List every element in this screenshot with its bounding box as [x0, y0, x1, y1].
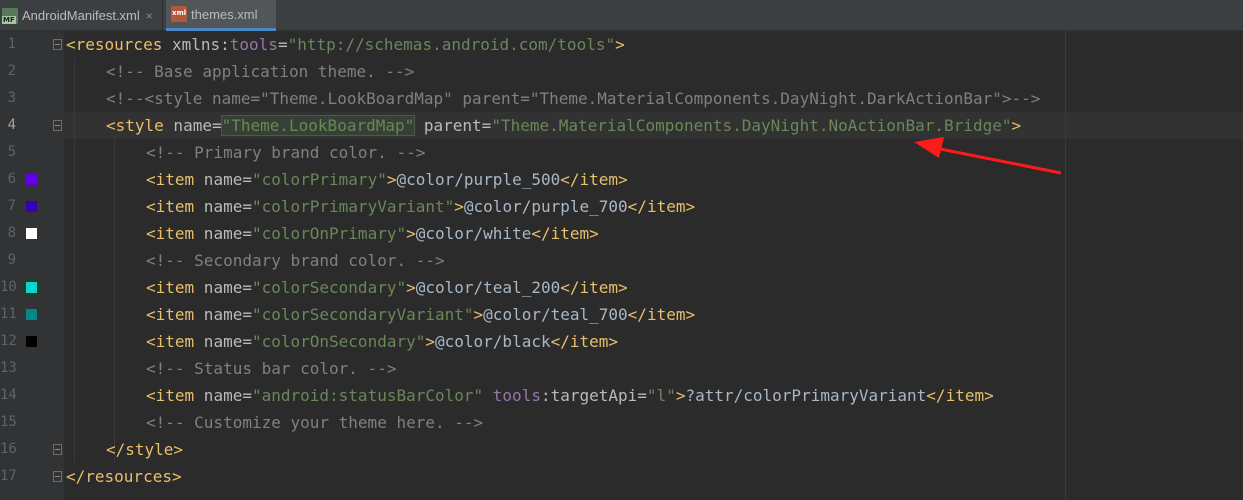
editor-tab-bar: MF AndroidManifest.xml × xml themes.xml	[0, 0, 1243, 31]
color-swatch-teal-700[interactable]	[26, 309, 37, 320]
line-number: 15	[0, 414, 17, 430]
code-line-2[interactable]: <!-- Base application theme. -->	[106, 58, 414, 85]
code-line-5[interactable]: <!-- Primary brand color. -->	[146, 139, 425, 166]
line-number: 2	[7, 63, 16, 79]
line-number: 9	[7, 252, 16, 268]
fold-toggle-icon[interactable]	[53, 471, 62, 482]
line-number: 4	[7, 117, 16, 133]
xml-file-icon: xml	[171, 6, 187, 22]
line-number: 16	[0, 441, 17, 457]
right-margin-guide	[1065, 31, 1066, 500]
line-number: 1	[7, 36, 16, 52]
line-number: 17	[0, 468, 17, 484]
code-line-14[interactable]: <item name="android:statusBarColor" tool…	[146, 382, 994, 409]
code-line-3[interactable]: <!--<style name="Theme.LookBoardMap" par…	[106, 85, 1040, 112]
fold-toggle-icon[interactable]	[53, 120, 62, 131]
fold-toggle-icon[interactable]	[53, 444, 62, 455]
color-swatch-black[interactable]	[26, 336, 37, 347]
tab-label: AndroidManifest.xml	[22, 8, 140, 23]
indent-guide	[114, 139, 115, 463]
tab-divider	[162, 0, 163, 31]
line-number: 6	[7, 171, 16, 187]
line-number: 5	[7, 144, 16, 160]
line-number: 3	[7, 90, 16, 106]
code-line-6[interactable]: <item name="colorPrimary">@color/purple_…	[146, 166, 628, 193]
line-number: 8	[7, 225, 16, 241]
tab-android-manifest[interactable]: MF AndroidManifest.xml ×	[2, 0, 160, 31]
line-number: 11	[0, 306, 17, 322]
code-line-13[interactable]: <!-- Status bar color. -->	[146, 355, 396, 382]
color-swatch-purple-700[interactable]	[26, 201, 37, 212]
tab-label: themes.xml	[191, 6, 258, 22]
code-line-12[interactable]: <item name="colorOnSecondary">@color/bla…	[146, 328, 618, 355]
code-line-17[interactable]: </resources>	[66, 463, 182, 490]
matched-attribute-value: "Theme.LookBoardMap"	[220, 115, 416, 136]
code-line-8[interactable]: <item name="colorOnPrimary">@color/white…	[146, 220, 599, 247]
line-number: 7	[7, 198, 16, 214]
color-swatch-white[interactable]	[26, 228, 37, 239]
code-line-7[interactable]: <item name="colorPrimaryVariant">@color/…	[146, 193, 695, 220]
code-line-15[interactable]: <!-- Customize your theme here. -->	[146, 409, 483, 436]
line-number: 12	[0, 333, 17, 349]
code-line-10[interactable]: <item name="colorSecondary">@color/teal_…	[146, 274, 628, 301]
fold-toggle-icon[interactable]	[53, 39, 62, 50]
color-swatch-teal-200[interactable]	[26, 282, 37, 293]
indent-guide	[74, 58, 75, 463]
line-number: 14	[0, 387, 17, 403]
line-number: 10	[0, 279, 17, 295]
close-icon[interactable]: ×	[146, 9, 153, 23]
editor-gutter[interactable]: 1 2 3 4 5 6 7 8 9 10 11 12 13 14 15 16 1…	[0, 31, 64, 500]
code-line-11[interactable]: <item name="colorSecondaryVariant">@colo…	[146, 301, 695, 328]
code-line-1[interactable]: <resources xmlns:tools="http://schemas.a…	[66, 31, 625, 58]
code-line-9[interactable]: <!-- Secondary brand color. -->	[146, 247, 445, 274]
code-line-16[interactable]: </style>	[106, 436, 183, 463]
code-editor[interactable]: <resources xmlns:tools="http://schemas.a…	[64, 31, 1243, 500]
tab-themes-xml[interactable]: xml themes.xml	[166, 0, 276, 31]
color-swatch-purple-500[interactable]	[26, 174, 37, 185]
line-number: 13	[0, 360, 17, 376]
code-line-4[interactable]: <style name="Theme.LookBoardMap" parent=…	[106, 112, 1021, 139]
manifest-file-icon: MF	[2, 7, 18, 24]
